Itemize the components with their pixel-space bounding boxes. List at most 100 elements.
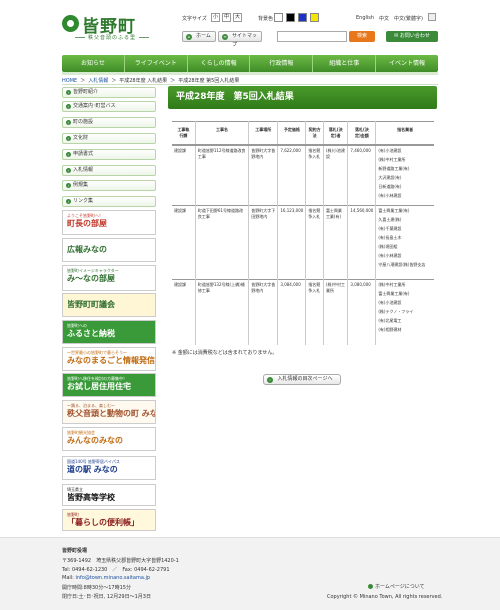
nav-shadow	[62, 72, 438, 75]
bidder-name: 新野道路工業(有)	[378, 166, 410, 171]
sidebar-banner[interactable]: 国道140号 皆野寄居バイパス 道の駅 みなの	[62, 456, 156, 480]
sidebar-banner[interactable]: ～踊る、泊まる、楽しむ～ 秩父音頭と動物の町 みなの	[62, 400, 156, 424]
contact-button[interactable]: ✉ お問い合わせ	[386, 31, 438, 42]
sidebar-banner[interactable]: 皆野町観光協会 みんなのみなの	[62, 427, 156, 451]
cell-dept: 建設課	[172, 145, 196, 205]
cell-winner: 富士興業工業(有)	[323, 204, 349, 279]
footer-about-label: ホームページについて	[375, 584, 425, 590]
nav-life-events[interactable]: ライフイベント	[125, 55, 188, 72]
search-button[interactable]: 検索	[349, 31, 375, 42]
nav-organization[interactable]: 組織と仕事	[313, 55, 377, 72]
bidder-name: 富士興業工業(有)	[378, 290, 410, 296]
footer-closed-days: 閉庁日:土･日･祝日, 12月29日～1月3日	[62, 594, 151, 600]
bg-black-swatch[interactable]	[286, 13, 295, 22]
tax-note: ※ 金額には消費税などは含まれておりません。	[172, 350, 278, 356]
cell-amount: 7,460,000	[347, 145, 377, 205]
sidebar-banner[interactable]: 皆野町イメージキャラクター み～なの部屋	[62, 265, 156, 291]
bidder-name: (有)長島土木	[378, 234, 402, 240]
divider	[62, 84, 438, 85]
bg-yellow-swatch[interactable]	[310, 13, 319, 22]
cell-dept: 建設課	[172, 204, 196, 279]
cell-place: 皆野町大字皆野地内	[248, 145, 279, 205]
sidebar-item[interactable]: › 交通案内･町営バス	[62, 101, 156, 112]
banner-title: み～なの部屋	[67, 274, 115, 283]
town-emblem-icon[interactable]	[62, 15, 79, 32]
nav-administration[interactable]: 行政情報	[250, 55, 314, 72]
sidebar-banner[interactable]: 皆野町への ふるさと納税	[62, 320, 156, 344]
footer-about-link[interactable]: ホームページについて	[368, 583, 425, 590]
sidebar-banner[interactable]: 皆野町へ移住を検討の方募集中！ お試し居住用住宅	[62, 373, 156, 397]
bidder-name: 大沢建設(有)	[378, 175, 402, 180]
table-header: 落札(決 定)金額	[347, 121, 377, 146]
sidebar-item[interactable]: › 入札情報	[62, 165, 156, 176]
arrow-right-icon: ›	[66, 120, 71, 125]
banner-subtitle: 埼玉県立	[67, 487, 83, 492]
banner-subtitle: ようこそ皆野町へ！	[67, 213, 103, 218]
sidebar-item[interactable]: › 例規集	[62, 180, 156, 191]
lang-chinese-traditional-link[interactable]: 中文(繁體字)	[394, 15, 423, 22]
footer-hours: 開庁時間:8時30分～17時15分	[62, 585, 131, 591]
search-input[interactable]	[277, 31, 347, 42]
arrow-right-icon: ›	[66, 136, 71, 141]
banner-title: お試し居住用住宅	[67, 382, 131, 391]
breadcrumb: HOME ＞入札情報＞平成28年度 入札結果＞平成28年度 第5回入札結果	[62, 78, 240, 84]
banner-title: みんなのみなの	[67, 436, 123, 445]
banner-title: 広報みなの	[67, 245, 107, 254]
arrow-right-icon: ›	[66, 199, 71, 204]
lang-chinese-link[interactable]: 中文	[379, 15, 389, 22]
table-row: 建設課 町道皆野112号線道路改良工事 皆野町大字皆野地内 7,622,000 指名競争…	[172, 145, 434, 205]
banner-subtitle: 皆野町	[67, 512, 79, 517]
sidebar-banner[interactable]: ～世界最小の皆野町で暮らそう～ みなのまるごと情報発信	[62, 347, 156, 371]
banner-title: 道の駅 みなの	[67, 465, 118, 474]
sidebar-item-label: リンク集	[73, 198, 94, 204]
sidebar-banner[interactable]: 広報みなの	[62, 238, 156, 262]
sidebar-item[interactable]: › リンク集	[62, 196, 156, 207]
back-to-index-button[interactable]: › 入札情報の目次ページへ	[263, 374, 341, 385]
font-size-medium-button[interactable]: 中	[222, 13, 231, 22]
page-title: 平成28年度 第5回入札結果	[168, 86, 437, 109]
nav-news[interactable]: お知らせ	[62, 55, 125, 72]
sidebar-item[interactable]: › 文化財	[62, 133, 156, 144]
sidebar-banner[interactable]: 埼玉県立 皆野高等学校	[62, 484, 156, 506]
nav-living-info[interactable]: くらしの情報	[188, 55, 251, 72]
banner-title: 皆野町町議会	[67, 300, 115, 309]
banner-subtitle: 皆野町観光協会	[67, 430, 95, 435]
font-size-small-button[interactable]: 小	[211, 13, 220, 22]
sitemap-button[interactable]: ≡ サイトマップ	[218, 31, 262, 48]
bg-white-swatch[interactable]	[274, 13, 283, 22]
table-header: 落札(決 定)者	[323, 121, 349, 146]
arrow-right-icon: ›	[66, 183, 71, 188]
bidder-name: 守屋八潮建設(株)皆野支店	[378, 261, 426, 267]
lang-english-link[interactable]: English	[356, 15, 374, 21]
bidder-name: (有)小林建設	[378, 252, 402, 258]
language-menu-icon[interactable]	[428, 13, 436, 21]
sidebar-banner[interactable]: 皆野町 「暮らしの便利帳」	[62, 509, 156, 531]
bidder-name: 富士興業工業(有)	[378, 207, 410, 213]
nav-events[interactable]: イベント情報	[376, 55, 438, 72]
banner-title: 皆野高等学校	[67, 493, 115, 502]
cell-name: 町道皆野112号線道路改良工事	[195, 145, 250, 205]
site-logo-subtitle: 秩父音頭のふる里	[72, 34, 152, 41]
bidder-name: (有)小池建設	[378, 299, 402, 305]
cell-method: 指名競争入札	[305, 204, 324, 279]
sidebar-item[interactable]: › 皆野町紹介	[62, 87, 156, 98]
back-to-index-label: 入札情報の目次ページへ	[277, 376, 333, 382]
footer-office-name: 皆野町役場	[62, 548, 88, 554]
bid-results-table: 工事執 行課 工事名 工事場所 予定価格 契約方 法落札(決 定)者 落札(決 定)金額指…	[172, 121, 434, 345]
footer-mail-link[interactable]: info@town.minano.saitama.jp	[75, 575, 150, 581]
font-size-large-button[interactable]: 大	[233, 13, 242, 22]
banner-subtitle: 皆野町への	[67, 323, 87, 328]
sidebar-item[interactable]: › 町の施設	[62, 117, 156, 128]
cell-place: 皆野町大字下田野地内	[248, 204, 279, 279]
cell-winner: (株)中村工業所	[323, 278, 349, 345]
sidebar-item[interactable]: › 申請書式	[62, 149, 156, 160]
sitemap-button-label: サイトマップ	[232, 33, 258, 48]
bg-blue-swatch[interactable]	[298, 13, 307, 22]
sidebar-item-label: 例規集	[73, 182, 89, 188]
footer-phone: Tel: 0494-62-1230 ／ Fax: 0494-62-2791	[62, 567, 170, 573]
sidebar-banner[interactable]: 皆野町町議会	[62, 293, 156, 317]
cell-price: 7,622,000	[277, 145, 307, 205]
home-button[interactable]: ⌂ ホーム	[182, 31, 216, 42]
sidebar-banner[interactable]: ようこそ皆野町へ！ 町長の部屋	[62, 210, 156, 235]
footer-mail-row: Mail: info@town.minano.saitama.jp	[62, 575, 150, 581]
